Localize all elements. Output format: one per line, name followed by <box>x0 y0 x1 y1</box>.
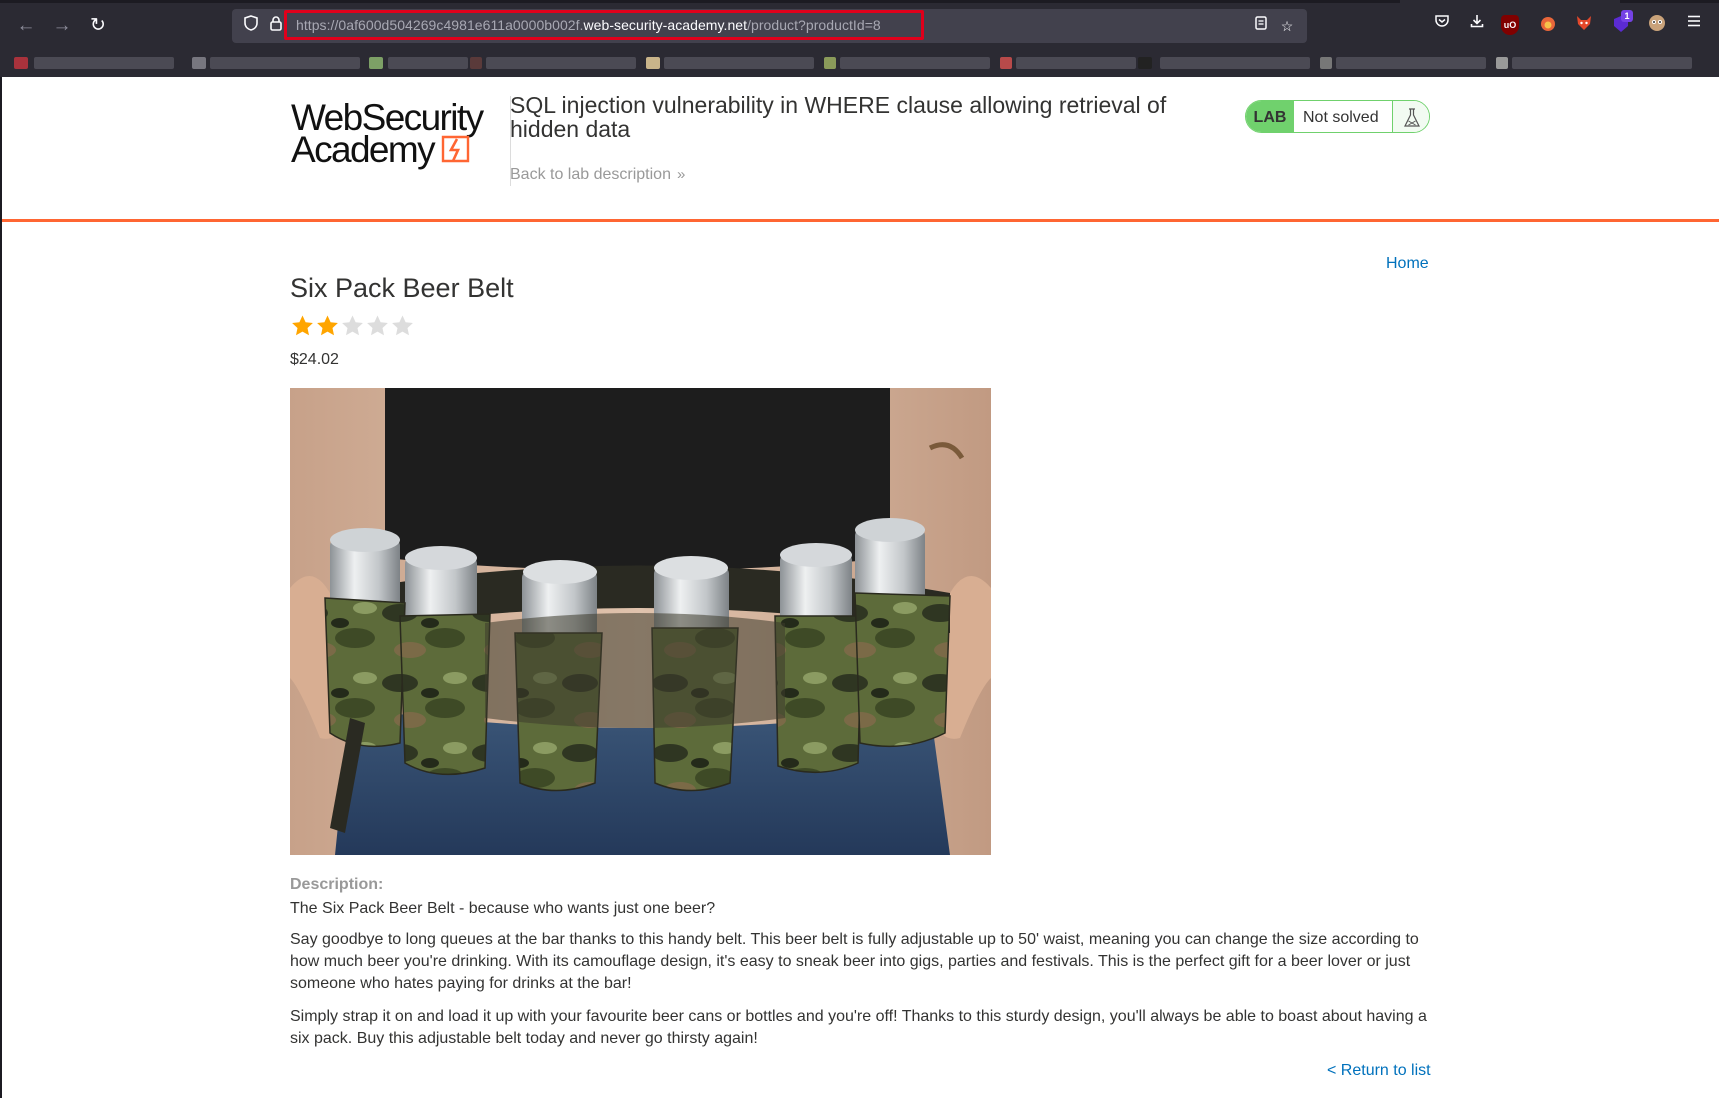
description-paragraph: Simply strap it on and load it up with y… <box>290 1008 1427 1047</box>
back-link-label: Back to lab description <box>510 166 671 183</box>
bookmark-favicon[interactable] <box>369 57 383 69</box>
extension-badge-icon[interactable]: 1 <box>1609 10 1633 37</box>
bookmark-favicon[interactable] <box>1320 57 1332 69</box>
url-domain: web-security-academy.net <box>583 17 748 33</box>
bookmark-favicon[interactable] <box>1000 57 1012 69</box>
product-price: $24.02 <box>290 351 339 368</box>
downloads-icon[interactable] <box>1465 13 1489 37</box>
pocket-icon[interactable] <box>1430 13 1454 37</box>
back-to-lab-description-link[interactable]: Back to lab description » <box>510 166 685 184</box>
reader-view-icon[interactable] <box>1250 9 1272 43</box>
web-security-academy-logo[interactable]: WebSecurity Academy <box>291 99 491 171</box>
product-image <box>290 388 991 855</box>
star-empty-icon <box>367 315 388 336</box>
star-empty-icon <box>342 315 363 336</box>
extension-badge-count: 1 <box>1621 10 1633 22</box>
bookmark-item[interactable] <box>1512 57 1692 69</box>
back-arrow-icon[interactable]: ← <box>12 12 40 40</box>
bookmark-item[interactable] <box>1336 57 1486 69</box>
extension-fox-icon[interactable] <box>1536 13 1560 37</box>
tracking-shield-icon[interactable] <box>240 9 262 43</box>
tab-strip <box>1620 0 1719 3</box>
return-to-list-link[interactable]: < Return to list <box>1327 1062 1431 1080</box>
lab-status-badge: LAB Not solved <box>1245 100 1430 133</box>
lab-label: LAB <box>1246 101 1294 132</box>
url-text[interactable]: https://0af600d504269c4981e611a0000b002f… <box>296 17 881 33</box>
logo-bolt-icon <box>441 135 470 163</box>
bookmark-favicon[interactable] <box>1138 57 1152 69</box>
double-chevron-right-icon: » <box>676 166 686 183</box>
url-prefix: https://0af600d504269c4981e611a0000b002f… <box>296 17 584 33</box>
bookmark-favicon[interactable] <box>824 57 836 69</box>
home-link[interactable]: Home <box>1386 255 1429 273</box>
description-paragraph: The Six Pack Beer Belt - because who wan… <box>290 900 716 917</box>
lab-title: SQL injection vulnerability in WHERE cla… <box>510 92 1167 142</box>
description-label: Description: <box>290 876 384 893</box>
description-paragraph: Say goodbye to long queues at the bar th… <box>290 931 1419 992</box>
bookmark-favicon[interactable] <box>14 57 28 69</box>
bookmark-item[interactable] <box>388 57 468 69</box>
tab-strip <box>0 0 1400 3</box>
foxyproxy-icon[interactable] <box>1572 13 1596 37</box>
bookmark-item[interactable] <box>486 57 636 69</box>
profile-avatar-icon[interactable] <box>1645 13 1669 37</box>
star-filled-icon <box>317 315 338 336</box>
bookmark-favicon[interactable] <box>192 57 206 69</box>
product-title: Six Pack Beer Belt <box>290 273 514 303</box>
hamburger-menu-icon[interactable] <box>1682 13 1706 37</box>
bookmark-item[interactable] <box>34 57 174 69</box>
bookmark-item[interactable] <box>664 57 814 69</box>
bookmark-item[interactable] <box>1016 57 1136 69</box>
forward-arrow-icon[interactable]: → <box>48 12 76 40</box>
reload-icon[interactable]: ↻ <box>84 12 112 40</box>
flask-icon <box>1392 101 1429 132</box>
ublock-origin-icon[interactable]: uO <box>1501 15 1519 35</box>
bookmark-favicon[interactable] <box>1496 57 1508 69</box>
logo-line-2: Academy <box>291 129 436 170</box>
bookmark-item[interactable] <box>210 57 360 69</box>
header-orange-rule <box>2 219 1719 222</box>
bookmark-favicon[interactable] <box>470 57 482 69</box>
browser-chrome: ← → ↻ ☆ https://0af600d504269c4981e611a0… <box>0 0 1719 77</box>
url-path: /product?productId=8 <box>747 17 881 33</box>
star-filled-icon <box>292 315 313 336</box>
lab-status-text: Not solved <box>1303 109 1379 126</box>
product-rating <box>290 314 415 340</box>
bookmark-favicon[interactable] <box>646 57 660 69</box>
star-empty-icon <box>392 315 413 336</box>
bookmark-item[interactable] <box>840 57 990 69</box>
bookmark-star-icon[interactable]: ☆ <box>1276 9 1298 43</box>
bookmark-item[interactable] <box>1160 57 1310 69</box>
